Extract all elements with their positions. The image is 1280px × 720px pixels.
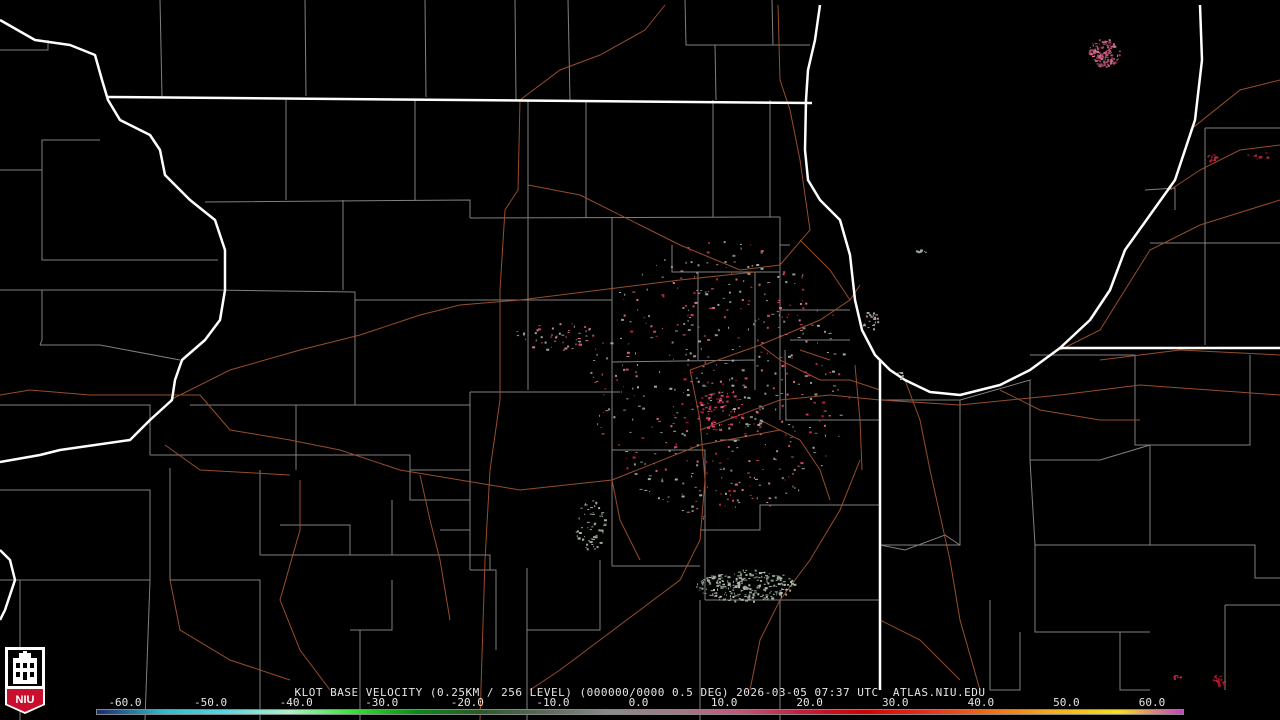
colorbar-tick: -20.0 [450, 696, 484, 709]
colorbar-tick: 10.0 [710, 696, 738, 709]
radar-viewer: KLOT BASE VELOCITY (0.25KM / 256 LEVEL) … [0, 0, 1280, 720]
logo-text: NIU [16, 694, 35, 706]
colorbar-tick: -40.0 [279, 696, 313, 709]
radar-map[interactable] [0, 0, 1280, 720]
velocity-returns [516, 39, 1270, 688]
colorbar-tick: 0.0 [628, 696, 649, 709]
colorbar-tick-labels: -60.0 -50.0 -40.0 -30.0 -20.0 -10.0 0.0 10.0 20.… [0, 696, 1280, 709]
colorbar-tick: -50.0 [194, 696, 228, 709]
velocity-colorbar [96, 709, 1184, 715]
colorbar-tick: 20.0 [796, 696, 823, 709]
state-boundaries [0, 4, 1280, 690]
niu-logo: NIU [5, 647, 45, 714]
colorbar-tick: 30.0 [882, 696, 909, 709]
highways [0, 4, 1280, 720]
colorbar-tick: 50.0 [1053, 696, 1080, 709]
colorbar-tick: -30.0 [365, 696, 399, 709]
colorbar-tick: -60.0 [108, 696, 142, 709]
county-boundaries [0, 0, 1280, 720]
colorbar-tick: -10.0 [536, 696, 570, 709]
colorbar-tick: 40.0 [967, 696, 995, 709]
colorbar-tick: 60.0 [1138, 696, 1166, 709]
